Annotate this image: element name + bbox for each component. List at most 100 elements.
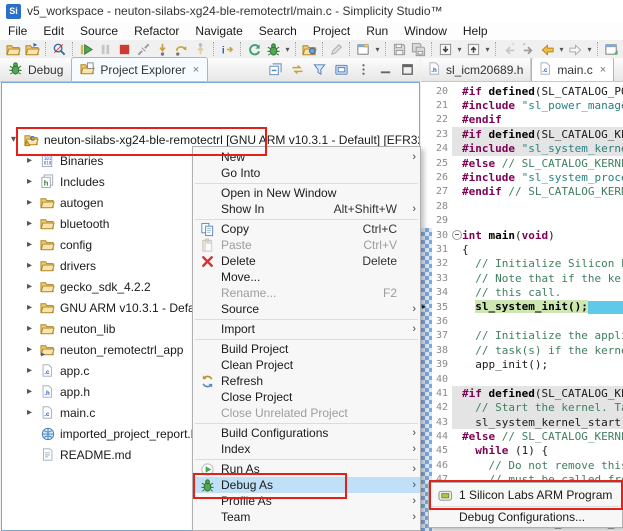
chevron-right-icon[interactable]: ▸ [24, 218, 35, 229]
submenu-item-debug-configurations[interactable]: Debug Configurations... [429, 508, 622, 526]
submenu-item-1-silicon-labs-arm-program[interactable]: 1 Silicon Labs ARM Program [429, 486, 622, 504]
save-icon[interactable] [390, 40, 409, 58]
menu-run[interactable]: Run [358, 23, 396, 39]
back-icon[interactable] [538, 40, 557, 58]
step-over-icon[interactable] [172, 40, 191, 58]
close-icon[interactable]: × [600, 64, 606, 76]
menu-project[interactable]: Project [305, 23, 358, 39]
context-menu-item-build-project[interactable]: Build Project [193, 341, 420, 357]
context-menu-item-run-as[interactable]: Run As› [193, 461, 420, 477]
perspective-icon[interactable] [300, 40, 319, 58]
dropdown-caret-icon[interactable]: ▾ [483, 40, 492, 58]
instruction-step-icon[interactable]: i [218, 40, 237, 58]
chevron-right-icon[interactable]: ▸ [24, 302, 35, 313]
suspend-icon[interactable] [96, 40, 115, 58]
chevron-right-icon[interactable]: ▸ [24, 197, 35, 208]
disconnect-icon[interactable] [134, 40, 153, 58]
view-tab-project-explorer[interactable]: Project Explorer× [71, 57, 208, 81]
refresh-icon [198, 374, 217, 389]
view-tab-debug[interactable]: Debug [0, 58, 71, 81]
context-menu-item-build-configurations[interactable]: Build Configurations› [193, 425, 420, 441]
menu-source[interactable]: Source [72, 23, 126, 39]
context-menu-item-profile-as[interactable]: Profile As› [193, 493, 420, 509]
launch-icon[interactable] [245, 40, 264, 58]
collapse-all-icon[interactable] [266, 61, 284, 79]
forward-disabled-icon[interactable]: * [519, 40, 538, 58]
resume-icon[interactable] [77, 40, 96, 58]
view-menu-icon[interactable] [354, 61, 372, 79]
context-menu-item-index[interactable]: Index› [193, 441, 420, 457]
context-menu-item-rename: Rename...F2 [193, 285, 420, 301]
forward-icon[interactable] [566, 40, 585, 58]
chevron-right-icon[interactable]: ▸ [24, 365, 35, 376]
menu-window[interactable]: Window [396, 23, 455, 39]
menu-icon-spacer [198, 270, 217, 285]
editor-tab-main-c[interactable]: .cmain.c× [531, 58, 614, 81]
line-number: 42 [433, 402, 452, 413]
debug-icon[interactable] [264, 40, 283, 58]
dropdown-caret-icon[interactable]: ▾ [283, 40, 292, 58]
editor-tab-partial[interactable] [614, 58, 623, 81]
back-disabled-icon[interactable]: * [500, 40, 519, 58]
chevron-right-icon[interactable]: ▸ [24, 176, 35, 187]
save-all-icon[interactable] [409, 40, 428, 58]
step-return-icon[interactable] [191, 40, 210, 58]
welcome-icon[interactable] [602, 40, 621, 58]
menu-refactor[interactable]: Refactor [126, 23, 187, 39]
editor-tab-sl-icm20689-h[interactable]: .hsl_icm20689.h [421, 58, 531, 81]
dropdown-caret-icon[interactable]: ▾ [455, 40, 464, 58]
chevron-right-icon[interactable]: ▸ [24, 260, 35, 271]
svg-text:.h: .h [431, 66, 437, 73]
context-menu-item-refresh[interactable]: Refresh [193, 373, 420, 389]
focus-icon[interactable] [332, 61, 350, 79]
pencil-icon[interactable] [327, 40, 346, 58]
context-menu-item-copy[interactable]: CopyCtrl+C [193, 221, 420, 237]
dropdown-caret-icon[interactable]: ▾ [373, 40, 382, 58]
context-menu-item-go-into[interactable]: Go Into [193, 165, 420, 181]
context-menu-item-move[interactable]: Move... [193, 269, 420, 285]
open-folder-icon[interactable] [4, 40, 23, 58]
context-menu-item-team[interactable]: Team› [193, 509, 420, 525]
search-off-icon[interactable] [50, 40, 69, 58]
download-icon[interactable] [436, 40, 455, 58]
context-menu-item-show-in[interactable]: Show InAlt+Shift+W› [193, 201, 420, 217]
context-menu-item-clean-project[interactable]: Clean Project [193, 357, 420, 373]
context-menu-item-import[interactable]: Import› [193, 321, 420, 337]
context-menu-item-debug-as[interactable]: Debug As› [193, 477, 420, 493]
menu-search[interactable]: Search [251, 23, 305, 39]
step-into-icon[interactable] [153, 40, 172, 58]
context-menu-item-source[interactable]: Source› [193, 301, 420, 317]
menu-navigate[interactable]: Navigate [187, 23, 250, 39]
chevron-right-icon[interactable]: ▸ [24, 386, 35, 397]
upload-icon[interactable] [464, 40, 483, 58]
menu-edit[interactable]: Edit [35, 23, 72, 39]
chevron-right-icon[interactable]: ▸ [24, 239, 35, 250]
chevron-right-icon[interactable]: ▸ [24, 155, 35, 166]
code-editor[interactable]: ▸ 20#if defined(SL_CATALOG_POWER_MANAGER… [421, 82, 623, 531]
context-menu-item-close-project[interactable]: Close Project [193, 389, 420, 405]
close-icon[interactable]: × [193, 64, 199, 76]
copy-icon [198, 222, 217, 237]
chevron-down-icon[interactable]: ▾ [8, 134, 19, 145]
context-menu-item-new[interactable]: New› [193, 149, 420, 165]
folder-icon [39, 300, 56, 316]
dropdown-caret-icon[interactable]: ▾ [585, 40, 594, 58]
chevron-right-icon[interactable]: ▸ [24, 323, 35, 334]
text-icon [39, 447, 56, 463]
context-menu-item-open-in-new-window[interactable]: Open in New Window [193, 185, 420, 201]
terminate-icon[interactable] [115, 40, 134, 58]
new-window-icon[interactable] [354, 40, 373, 58]
menu-file[interactable]: File [0, 23, 35, 39]
import-folder-icon[interactable] [23, 40, 42, 58]
fold-minus-icon[interactable] [452, 230, 462, 240]
maximize-icon[interactable] [398, 61, 416, 79]
chevron-right-icon[interactable]: ▸ [24, 344, 35, 355]
menu-help[interactable]: Help [455, 23, 496, 39]
chevron-right-icon[interactable]: ▸ [24, 281, 35, 292]
link-editor-icon[interactable] [288, 61, 306, 79]
minimize-icon[interactable] [376, 61, 394, 79]
context-menu-item-delete[interactable]: DeleteDelete [193, 253, 420, 269]
dropdown-caret-icon[interactable]: ▾ [557, 40, 566, 58]
chevron-right-icon[interactable]: ▸ [24, 407, 35, 418]
filter-icon[interactable] [310, 61, 328, 79]
